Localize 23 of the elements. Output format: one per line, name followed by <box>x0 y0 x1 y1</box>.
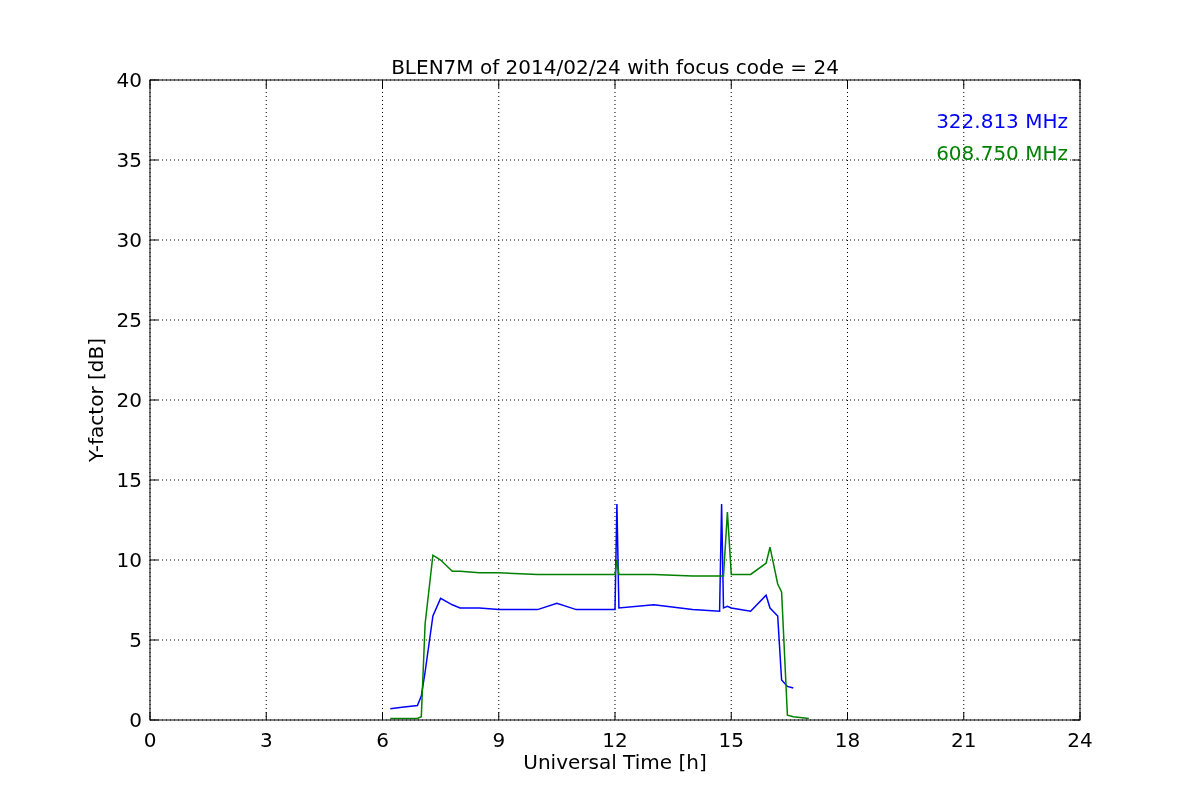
x-tick-label: 6 <box>376 728 389 752</box>
y-tick-label: 40 <box>116 68 142 92</box>
y-tick-label: 0 <box>129 708 142 732</box>
y-tick-label: 5 <box>129 628 142 652</box>
y-axis-label: Y-factor [dB] <box>84 338 108 462</box>
x-tick-label: 0 <box>143 728 157 752</box>
x-tick-label: 15 <box>718 728 744 752</box>
x-tick-label: 9 <box>492 728 506 752</box>
legend-label: 608.750 MHz <box>936 141 1068 165</box>
y-tick-label: 15 <box>116 468 142 492</box>
y-tick-label: 10 <box>116 548 142 572</box>
legend-label: 322.813 MHz <box>936 109 1068 133</box>
x-tick-label: 18 <box>834 728 861 752</box>
chart-title: BLEN7M of 2014/02/24 with focus code = 24 <box>391 55 839 79</box>
y-tick-label: 25 <box>116 308 142 332</box>
x-axis-label: Universal Time [h] <box>523 750 707 774</box>
x-tick-label: 24 <box>1067 728 1093 752</box>
x-tick-label: 12 <box>602 728 628 752</box>
x-tick-label: 3 <box>259 728 273 752</box>
y-tick-label: 20 <box>116 388 142 412</box>
y-tick-label: 30 <box>116 228 142 252</box>
y-tick-label: 35 <box>116 148 142 172</box>
x-tick-label: 21 <box>951 728 977 752</box>
